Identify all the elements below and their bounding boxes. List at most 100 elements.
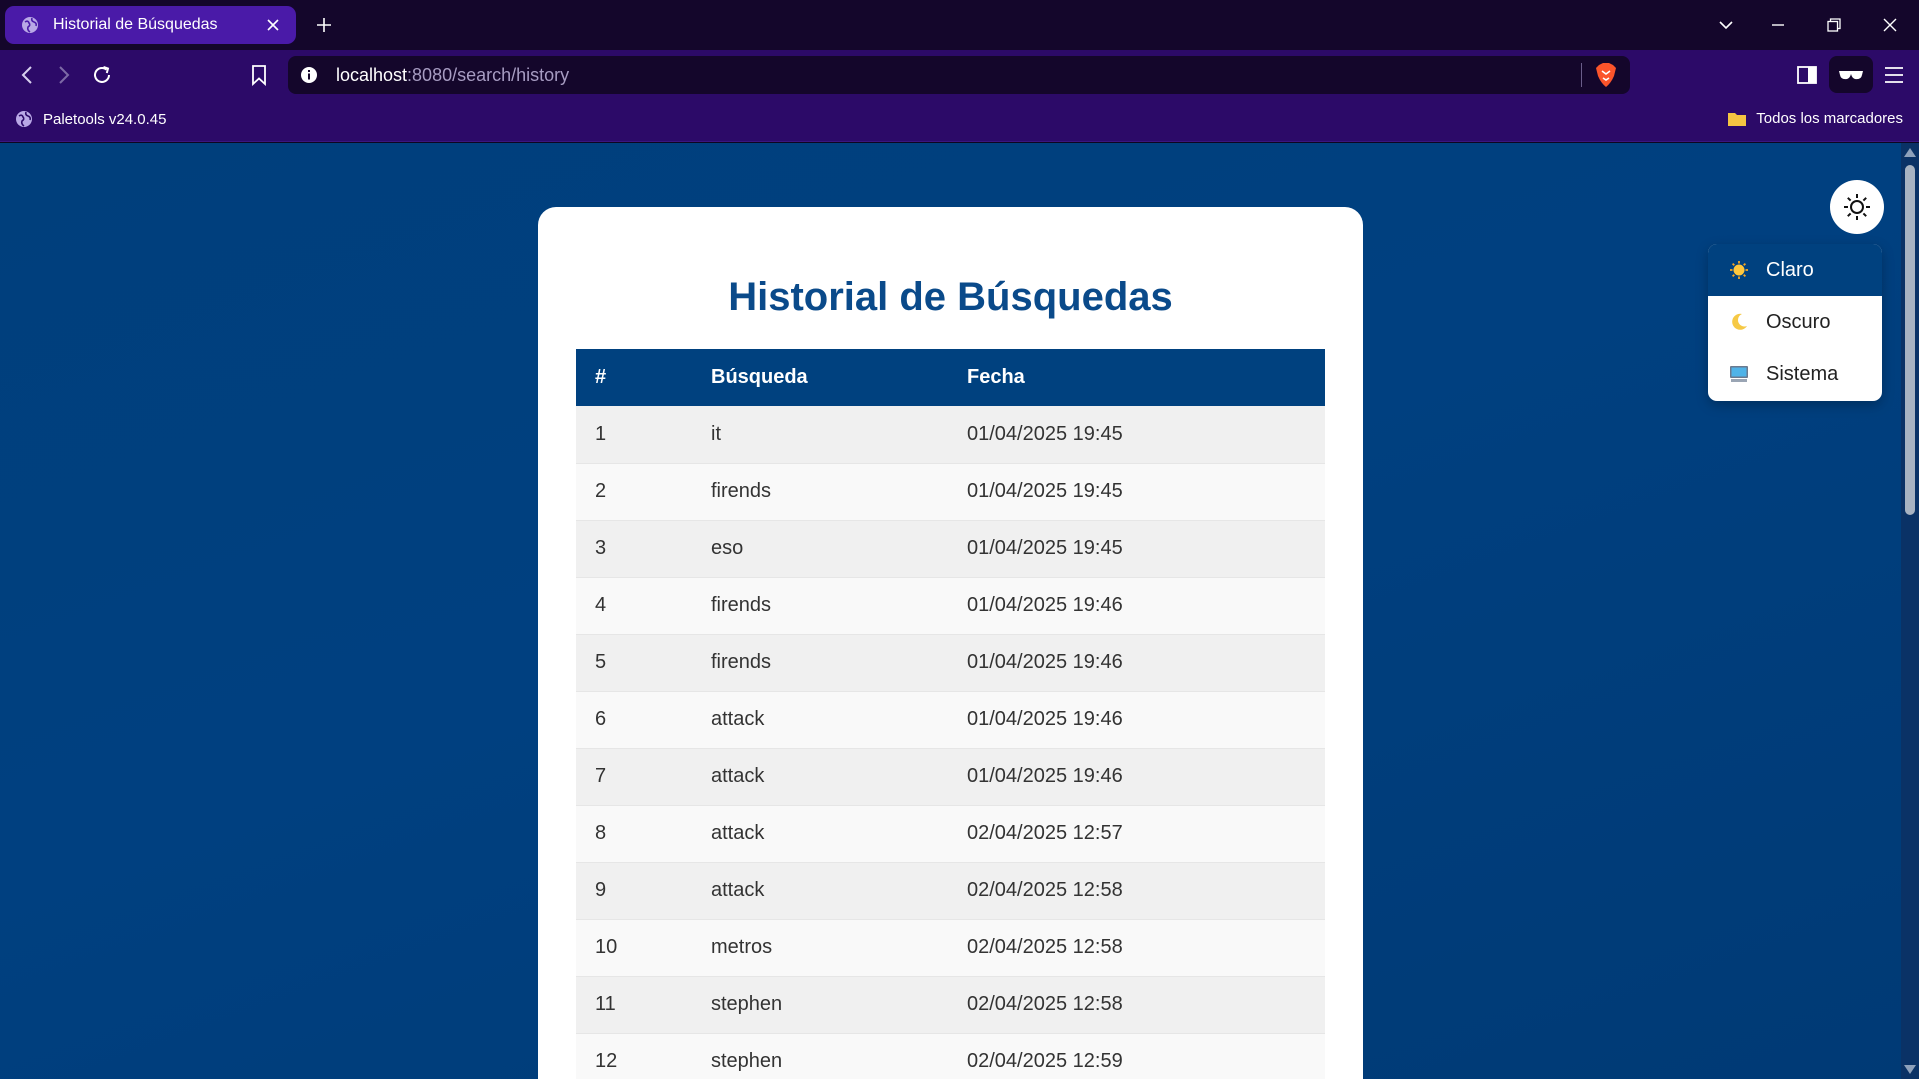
scroll-down-arrow-icon[interactable] (1904, 1065, 1916, 1074)
theme-option-label: Oscuro (1766, 310, 1831, 333)
restore-icon[interactable] (1821, 12, 1847, 38)
cell-date: 02/04/2025 12:59 (948, 1033, 1325, 1079)
cell-date: 02/04/2025 12:58 (948, 862, 1325, 919)
globe-icon (16, 111, 32, 127)
table-row: 2 firends 01/04/2025 19:45 (576, 463, 1325, 520)
table-row: 9 attack 02/04/2025 12:58 (576, 862, 1325, 919)
cell-index: 6 (576, 691, 692, 748)
scroll-up-arrow-icon[interactable] (1904, 148, 1916, 157)
cell-date: 02/04/2025 12:58 (948, 976, 1325, 1033)
brave-shield-icon[interactable] (1595, 62, 1617, 88)
cell-search: firends (692, 577, 948, 634)
cell-search: firends (692, 634, 948, 691)
url-path: :8080/search/history (407, 65, 570, 85)
table-row: 6 attack 01/04/2025 19:46 (576, 691, 1325, 748)
header-index: # (576, 349, 692, 406)
table-row: 12 stephen 02/04/2025 12:59 (576, 1033, 1325, 1079)
folder-icon (1728, 112, 1747, 126)
bookmark-paletools[interactable]: Paletools v24.0.45 (15, 110, 166, 128)
cell-date: 02/04/2025 12:58 (948, 919, 1325, 976)
browser-tab-bar: Historial de Búsquedas (0, 0, 1919, 50)
site-info-icon[interactable] (300, 66, 318, 84)
cell-index: 10 (576, 919, 692, 976)
sun-emoji-icon (1728, 259, 1750, 281)
cell-search: stephen (692, 1033, 948, 1079)
cell-search: eso (692, 520, 948, 577)
close-tab-icon[interactable] (264, 16, 282, 34)
minimize-icon[interactable] (1765, 12, 1791, 38)
cell-index: 4 (576, 577, 692, 634)
table-row: 8 attack 02/04/2025 12:57 (576, 805, 1325, 862)
cell-search: attack (692, 805, 948, 862)
theme-option-sistema[interactable]: Sistema (1708, 348, 1882, 400)
theme-option-label: Claro (1766, 258, 1814, 281)
moon-emoji-icon (1728, 311, 1750, 333)
browser-toolbar: localhost:8080/search/history (0, 50, 1919, 99)
bookmarks-bar: Paletools v24.0.45 Todos los marcadores (0, 99, 1919, 142)
cell-date: 01/04/2025 19:46 (948, 691, 1325, 748)
cell-date: 01/04/2025 19:45 (948, 520, 1325, 577)
cell-date: 02/04/2025 12:57 (948, 805, 1325, 862)
sidebar-toggle-icon[interactable] (1794, 62, 1820, 88)
cell-search: firends (692, 463, 948, 520)
theme-option-label: Sistema (1766, 362, 1839, 385)
all-bookmarks-label: Todos los marcadores (1756, 110, 1903, 127)
table-row: 7 attack 01/04/2025 19:46 (576, 748, 1325, 805)
table-header-row: # Búsqueda Fecha (576, 349, 1325, 406)
theme-option-claro[interactable]: Claro (1708, 244, 1882, 296)
cell-index: 9 (576, 862, 692, 919)
theme-option-oscuro[interactable]: Oscuro (1708, 296, 1882, 348)
address-bar-divider (1581, 63, 1582, 87)
back-icon[interactable] (14, 62, 40, 88)
vertical-scrollbar[interactable] (1901, 143, 1919, 1079)
page-viewport: Historial de Búsquedas # Búsqueda Fecha … (0, 143, 1919, 1079)
menu-icon[interactable] (1881, 62, 1907, 88)
tab-search-chevron-icon[interactable] (1713, 12, 1739, 38)
header-date: Fecha (948, 349, 1325, 406)
cell-date: 01/04/2025 19:46 (948, 577, 1325, 634)
close-window-icon[interactable] (1877, 12, 1903, 38)
bookmark-icon[interactable] (246, 62, 272, 88)
url-host: localhost (336, 65, 408, 85)
table-row: 3 eso 01/04/2025 19:45 (576, 520, 1325, 577)
cell-search: stephen (692, 976, 948, 1033)
table-row: 10 metros 02/04/2025 12:58 (576, 919, 1325, 976)
cell-index: 1 (576, 406, 692, 463)
table-row: 1 it 01/04/2025 19:45 (576, 406, 1325, 463)
table-row: 4 firends 01/04/2025 19:46 (576, 577, 1325, 634)
cell-date: 01/04/2025 19:46 (948, 634, 1325, 691)
page-title: Historial de Búsquedas (728, 275, 1173, 319)
cell-index: 3 (576, 520, 692, 577)
forward-icon[interactable] (51, 62, 77, 88)
history-card: Historial de Búsquedas # Búsqueda Fecha … (538, 207, 1363, 1079)
cell-search: it (692, 406, 948, 463)
browser-tab-active[interactable]: Historial de Búsquedas (5, 6, 296, 44)
header-search: Búsqueda (692, 349, 948, 406)
table-row: 5 firends 01/04/2025 19:46 (576, 634, 1325, 691)
cell-search: attack (692, 862, 948, 919)
table-row: 11 stephen 02/04/2025 12:58 (576, 976, 1325, 1033)
history-table: # Búsqueda Fecha 1 it 01/04/2025 19:45 2 fi… (576, 349, 1325, 1079)
new-tab-icon[interactable] (312, 13, 336, 37)
computer-emoji-icon (1728, 363, 1750, 385)
cell-date: 01/04/2025 19:45 (948, 406, 1325, 463)
tab-title: Historial de Búsquedas (53, 16, 218, 33)
cell-search: attack (692, 691, 948, 748)
cell-index: 7 (576, 748, 692, 805)
cell-index: 11 (576, 976, 692, 1033)
cell-index: 5 (576, 634, 692, 691)
address-bar[interactable]: localhost:8080/search/history (288, 56, 1630, 94)
theme-toggle-button[interactable] (1830, 180, 1884, 234)
reload-icon[interactable] (89, 62, 115, 88)
cell-date: 01/04/2025 19:46 (948, 748, 1325, 805)
bookmark-label: Paletools v24.0.45 (43, 110, 167, 128)
all-bookmarks-button[interactable]: Todos los marcadores (1727, 110, 1903, 127)
cell-index: 2 (576, 463, 692, 520)
theme-dropdown-menu: Claro Oscuro Sistema (1708, 244, 1882, 401)
cell-search: metros (692, 919, 948, 976)
cell-date: 01/04/2025 19:45 (948, 463, 1325, 520)
scrollbar-thumb[interactable] (1905, 165, 1915, 515)
sun-icon (1844, 194, 1870, 220)
url-text: localhost:8080/search/history (336, 65, 569, 86)
extension-glasses-icon[interactable] (1829, 56, 1873, 93)
